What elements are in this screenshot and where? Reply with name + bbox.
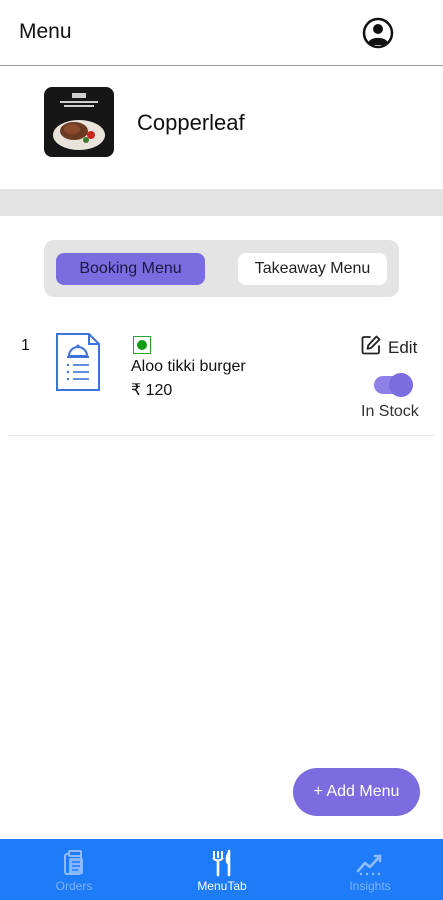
section-divider: [0, 189, 443, 216]
page-title: Menu: [19, 20, 72, 43]
nav-menutab[interactable]: MenuTab: [148, 839, 296, 900]
item-index: 1: [21, 337, 30, 354]
edit-label: Edit: [388, 337, 418, 357]
item-price: ₹ 120: [131, 382, 173, 399]
stock-label: In Stock: [361, 403, 419, 420]
edit-button[interactable]: Edit: [360, 334, 417, 361]
menu-card-icon: [54, 331, 102, 393]
list-item: 1 Aloo tikki burger ₹ 120 Edit In Stock: [8, 322, 435, 436]
restaurant-logo-image: [44, 87, 114, 157]
tab-booking-menu[interactable]: Booking Menu: [56, 253, 205, 285]
nav-insights[interactable]: Insights: [296, 839, 443, 900]
edit-icon: [360, 334, 382, 361]
restaurant-name: Copperleaf: [137, 110, 245, 135]
nav-orders-label: Orders: [55, 879, 93, 893]
app-header: Menu: [0, 0, 443, 66]
restaurant-info: Copperleaf: [0, 67, 443, 189]
toggle-knob: [389, 373, 413, 397]
veg-indicator-icon: [133, 336, 151, 354]
trend-chart-icon: [356, 849, 384, 877]
item-name: Aloo tikki burger: [131, 358, 246, 375]
tab-takeaway-menu[interactable]: Takeaway Menu: [238, 253, 387, 285]
bottom-navigation: Orders MenuTab Insights: [0, 839, 443, 900]
menu-tabs: Booking Menu Takeaway Menu: [44, 240, 399, 297]
add-menu-button[interactable]: + Add Menu: [293, 768, 420, 816]
clipboard-icon: [60, 849, 88, 877]
nav-orders[interactable]: Orders: [0, 839, 148, 900]
fork-knife-icon: [208, 849, 236, 877]
account-circle-icon[interactable]: [362, 17, 394, 49]
nav-menutab-label: MenuTab: [197, 879, 247, 893]
stock-toggle[interactable]: [374, 373, 413, 397]
nav-insights-label: Insights: [349, 879, 391, 893]
